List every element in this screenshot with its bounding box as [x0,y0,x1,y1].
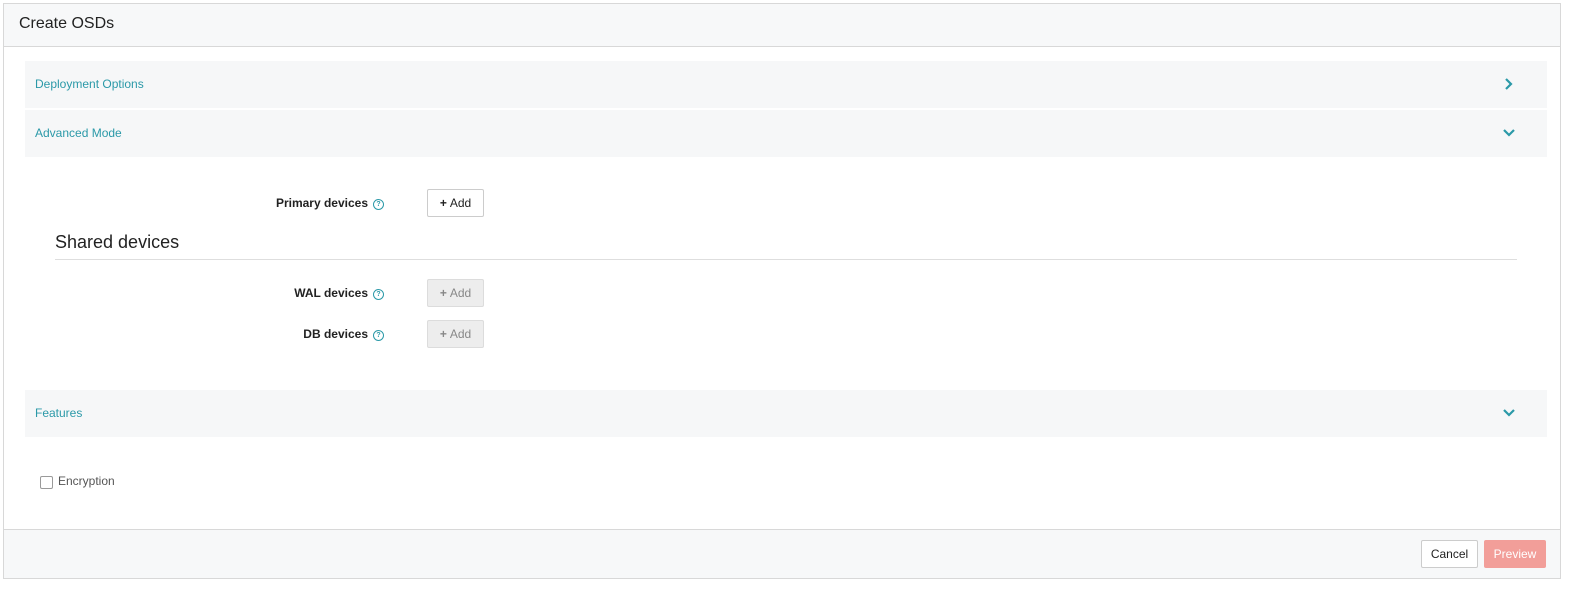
page-title: Create OSDs [19,15,115,32]
add-primary-devices-label: Add [449,196,472,210]
accordion-deployment-options[interactable]: Deployment Options [25,61,1547,108]
create-osds-card: Create OSDs Deployment Options Advanced … [3,3,1561,579]
cancel-button[interactable]: Cancel [1421,540,1478,568]
plus-icon: + [439,286,447,300]
primary-devices-label-text: Primary devices [275,196,368,210]
db-devices-label: DB devices? [303,327,384,341]
primary-devices-label: Primary devices? [276,196,384,210]
db-devices-label-text: DB devices [303,327,368,341]
add-wal-devices-button[interactable]: + Add [427,279,484,307]
help-icon[interactable]: ? [373,330,384,341]
plus-icon: + [439,327,447,341]
accordion-advanced-mode[interactable]: Advanced Mode [25,110,1547,157]
add-db-devices-button[interactable]: + Add [427,320,484,348]
wal-devices-label-text: WAL devices [294,286,368,300]
accordion-advanced-mode-label: Advanced Mode [35,126,122,140]
add-primary-devices-button[interactable]: + Add [427,189,484,217]
plus-icon: + [439,196,447,210]
chevron-right-icon [1505,78,1513,90]
encryption-label[interactable]: Encryption [58,474,115,488]
accordion-deployment-options-label: Deployment Options [35,77,144,91]
preview-button[interactable]: Preview [1484,540,1546,568]
chevron-down-icon [1503,129,1515,137]
shared-devices-title: Shared devices [55,232,180,252]
help-icon[interactable]: ? [373,289,384,300]
add-db-devices-label: Add [449,327,472,341]
add-wal-devices-label: Add [449,286,472,300]
encryption-checkbox[interactable] [40,476,53,489]
accordion-features-label: Features [35,406,83,420]
chevron-down-icon [1503,409,1515,417]
accordion-features[interactable]: Features [25,390,1547,437]
help-icon[interactable]: ? [373,199,384,210]
card-footer: Cancel Preview [4,529,1560,578]
card-header: Create OSDs [4,4,1560,47]
wal-devices-label: WAL devices? [294,286,384,300]
section-divider [55,259,1517,260]
